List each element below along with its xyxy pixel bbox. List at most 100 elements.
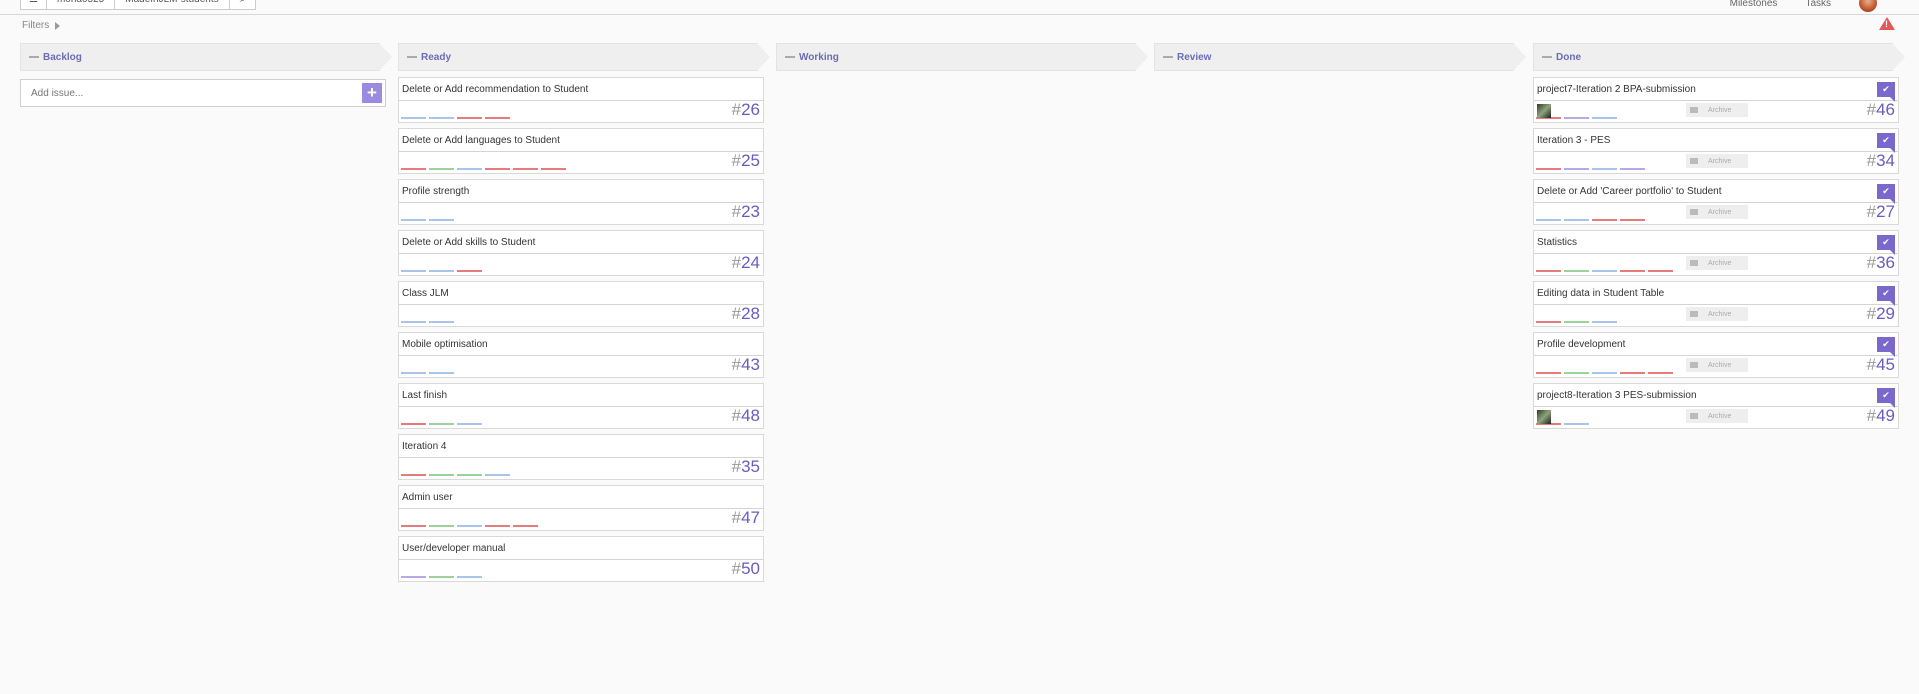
- issue-number[interactable]: #29: [1867, 304, 1895, 324]
- column-header-done[interactable]: Done: [1533, 43, 1905, 71]
- issue-number-hash: #: [731, 355, 742, 374]
- issue-title[interactable]: Class JLM: [402, 288, 449, 299]
- issue-number[interactable]: #36: [1867, 253, 1895, 273]
- archive-button[interactable]: Archive: [1686, 205, 1748, 219]
- collapse-icon[interactable]: [1163, 56, 1173, 58]
- archive-button[interactable]: Archive: [1686, 307, 1748, 321]
- check-icon[interactable]: ✔: [1877, 184, 1895, 204]
- issue-card[interactable]: project7-Iteration 2 BPA-submission #46 ✔ A…: [1533, 77, 1899, 123]
- archive-icon: [1690, 362, 1698, 368]
- filters-toggle[interactable]: Filters: [22, 20, 61, 31]
- issue-number-hash: #: [1866, 253, 1877, 272]
- menu-icon[interactable]: ☰: [20, 0, 47, 10]
- issue-number[interactable]: #23: [732, 202, 760, 222]
- issue-title[interactable]: Last finish: [402, 390, 447, 401]
- archive-label: Archive: [1708, 310, 1732, 318]
- issue-card[interactable]: Mobile optimisation #43: [398, 332, 764, 378]
- column-header-backlog[interactable]: Backlog: [20, 43, 392, 71]
- issue-card[interactable]: Profile strength #23: [398, 179, 764, 225]
- issue-title[interactable]: project7-Iteration 2 BPA-submission: [1537, 84, 1696, 95]
- collapse-icon[interactable]: [1542, 56, 1552, 58]
- issue-card[interactable]: Iteration 4 #35: [398, 434, 764, 480]
- issue-title[interactable]: Delete or Add skills to Student: [402, 237, 535, 248]
- issue-number[interactable]: #35: [732, 457, 760, 477]
- issue-card[interactable]: Delete or Add languages to Student #25: [398, 128, 764, 174]
- issue-number[interactable]: #25: [732, 151, 760, 171]
- issue-title[interactable]: Mobile optimisation: [402, 339, 488, 350]
- check-icon[interactable]: ✔: [1877, 286, 1895, 306]
- check-icon[interactable]: ✔: [1877, 82, 1895, 102]
- search-icon[interactable]: ⌕: [228, 0, 257, 10]
- issue-card[interactable]: Editing data in Student Table #29 ✔ Archive: [1533, 281, 1899, 327]
- issue-number[interactable]: #48: [732, 406, 760, 426]
- issue-title[interactable]: Profile development: [1537, 339, 1625, 350]
- assignee-thumbnail[interactable]: [1537, 104, 1551, 118]
- archive-button[interactable]: Archive: [1686, 358, 1748, 372]
- issue-number[interactable]: #50: [732, 559, 760, 579]
- issue-number-hash: #: [1866, 202, 1877, 221]
- column-header-ready[interactable]: Ready: [398, 43, 770, 71]
- issue-card[interactable]: Delete or Add skills to Student #24: [398, 230, 764, 276]
- issue-number[interactable]: #43: [732, 355, 760, 375]
- issue-number-value: 46: [1876, 100, 1895, 119]
- issue-card[interactable]: Last finish #48: [398, 383, 764, 429]
- issue-card[interactable]: Admin user #47: [398, 485, 764, 531]
- issue-card[interactable]: Statistics #36 ✔ Archive: [1533, 230, 1899, 276]
- card-divider: [399, 508, 763, 509]
- column-header-review[interactable]: Review: [1154, 43, 1526, 71]
- collapse-icon[interactable]: [29, 56, 39, 58]
- issue-title[interactable]: Delete or Add languages to Student: [402, 135, 560, 146]
- add-issue-button[interactable]: +: [362, 83, 382, 103]
- issue-number-hash: #: [731, 100, 742, 119]
- archive-button[interactable]: Archive: [1686, 256, 1748, 270]
- issue-card[interactable]: Class JLM #28: [398, 281, 764, 327]
- label-chip: [401, 270, 426, 272]
- issue-card[interactable]: Profile development #45 ✔ Archive: [1533, 332, 1899, 378]
- issue-number[interactable]: #28: [732, 304, 760, 324]
- issue-number[interactable]: #27: [1867, 202, 1895, 222]
- warning-icon[interactable]: [1879, 17, 1895, 30]
- archive-button[interactable]: Archive: [1686, 409, 1748, 423]
- column-header-working[interactable]: Working: [776, 43, 1148, 71]
- label-chip: [485, 117, 510, 119]
- issue-title[interactable]: Delete or Add 'Career portfolio' to Stud…: [1537, 186, 1721, 197]
- issue-number[interactable]: #49: [1867, 406, 1895, 426]
- issue-card[interactable]: Delete or Add 'Career portfolio' to Stud…: [1533, 179, 1899, 225]
- add-issue-input[interactable]: [29, 86, 333, 100]
- assignee-thumbnail[interactable]: [1537, 410, 1551, 424]
- issue-card[interactable]: Iteration 3 - PES #34 ✔ Archive: [1533, 128, 1899, 174]
- issue-title[interactable]: Iteration 3 - PES: [1537, 135, 1610, 146]
- issue-number-hash: #: [731, 508, 742, 527]
- issue-card[interactable]: User/developer manual #50: [398, 536, 764, 582]
- check-icon[interactable]: ✔: [1877, 235, 1895, 255]
- issue-title[interactable]: Iteration 4: [402, 441, 446, 452]
- issue-number[interactable]: #46: [1867, 100, 1895, 120]
- avatar[interactable]: [1859, 0, 1877, 12]
- breadcrumb-repo[interactable]: MadeInJLM-students: [114, 0, 230, 10]
- issue-title[interactable]: Admin user: [402, 492, 453, 503]
- check-icon[interactable]: ✔: [1877, 337, 1895, 357]
- issue-number-hash: #: [1866, 151, 1877, 170]
- issue-number[interactable]: #26: [732, 100, 760, 120]
- issue-card[interactable]: project8-Iteration 3 PES-submission #49 ✔ A…: [1533, 383, 1899, 429]
- archive-button[interactable]: Archive: [1686, 154, 1748, 168]
- issue-number[interactable]: #34: [1867, 151, 1895, 171]
- archive-button[interactable]: Archive: [1686, 103, 1748, 117]
- check-icon[interactable]: ✔: [1877, 388, 1895, 408]
- issue-number[interactable]: #47: [732, 508, 760, 528]
- tasks-link[interactable]: Tasks: [1805, 0, 1831, 9]
- collapse-icon[interactable]: [407, 56, 417, 58]
- issue-title[interactable]: Profile strength: [402, 186, 469, 197]
- issue-title[interactable]: Statistics: [1537, 237, 1577, 248]
- issue-title[interactable]: Delete or Add recommendation to Student: [402, 84, 588, 95]
- issue-card[interactable]: Delete or Add recommendation to Student #…: [398, 77, 764, 123]
- check-icon[interactable]: ✔: [1877, 133, 1895, 153]
- issue-title[interactable]: Editing data in Student Table: [1537, 288, 1664, 299]
- milestones-link[interactable]: Milestones: [1730, 0, 1778, 9]
- breadcrumb-owner[interactable]: morla0525: [45, 0, 116, 10]
- collapse-icon[interactable]: [785, 56, 795, 58]
- issue-title[interactable]: project8-Iteration 3 PES-submission: [1537, 390, 1697, 401]
- issue-number[interactable]: #24: [732, 253, 760, 273]
- issue-title[interactable]: User/developer manual: [402, 543, 505, 554]
- issue-number[interactable]: #45: [1867, 355, 1895, 375]
